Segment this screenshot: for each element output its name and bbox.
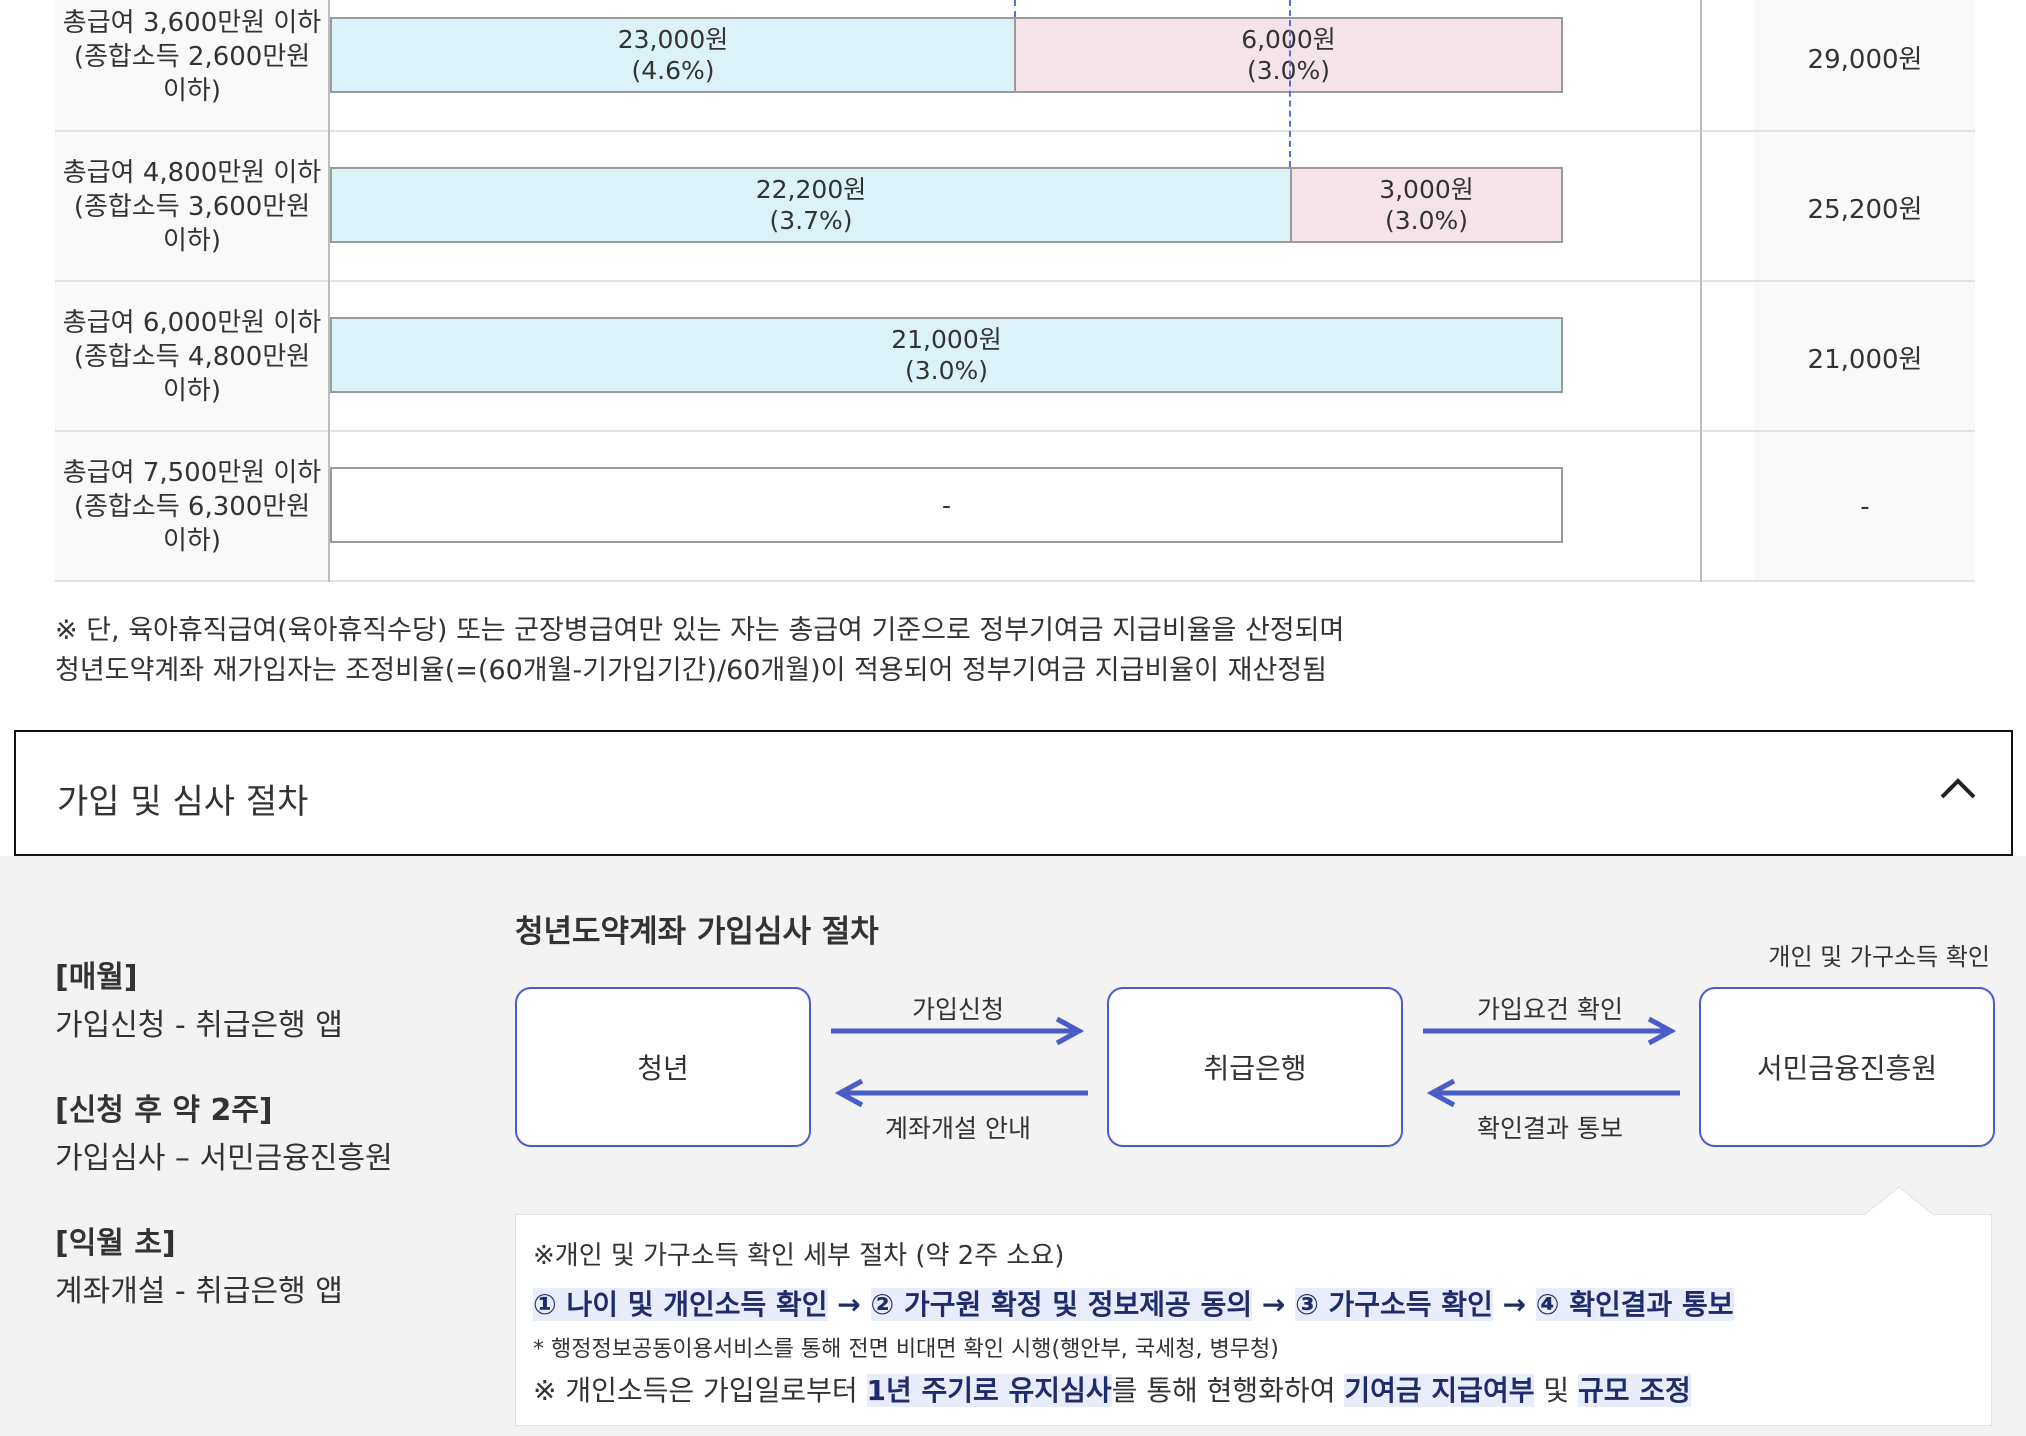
detail-step: ② 가구원 확정 및 정보제공 동의: [870, 1288, 1253, 1321]
guide-line: [1289, 0, 1291, 167]
detail-step: ④ 확인결과 통보: [1535, 1288, 1734, 1321]
guide-line: [1014, 0, 1016, 17]
note-text: 를 통해 현행화하여: [1111, 1374, 1345, 1407]
contribution-bar-empty: -: [330, 467, 1563, 543]
note-highlight: 기여금 지급여부: [1344, 1374, 1535, 1407]
flow-title: 청년도약계좌 가입심사 절차: [515, 914, 879, 950]
bar-amount: 21,000원: [891, 325, 1002, 354]
flow-node-youth: 청년: [515, 987, 811, 1147]
detail-arrow: →: [827, 1288, 871, 1321]
arrow-left-icon: [834, 1078, 1088, 1108]
step-description: 가입신청 - 취급은행 앱: [55, 1008, 343, 1043]
bar-amount: 3,000원: [1379, 175, 1474, 204]
row-divider: [55, 130, 1975, 132]
note-text: ※ 개인소득은 가입일로부터: [533, 1374, 867, 1407]
arrow-label: 확인결과 통보: [1477, 1114, 1623, 1143]
bar-rate: (3.7%): [769, 206, 853, 235]
bar-rate: (4.6%): [631, 56, 715, 85]
procedure-accordion-header[interactable]: 가입 및 심사 절차: [14, 730, 2013, 856]
column-divider: [1700, 0, 1702, 582]
flow-node-bank: 취급은행: [1107, 987, 1403, 1147]
chevron-up-icon[interactable]: [1939, 776, 1977, 800]
bar-rate: (3.0%): [1384, 206, 1469, 235]
arrow-left-icon: [1426, 1078, 1680, 1108]
note-line: ※ 단, 육아휴직급여(육아휴직수당) 또는 군장병급여만 있는 자는 총급여 …: [55, 615, 1345, 646]
row-divider: [55, 430, 1975, 432]
step-description: 가입심사 – 서민금융진흥원: [55, 1141, 393, 1176]
bar-rate: (3.0%): [904, 356, 989, 385]
income-bracket-label: 총급여 4,800만원 이하 (종합소득 3,600만원 이하): [62, 158, 322, 256]
detail-steps: ① 나이 및 개인소득 확인 → ② 가구원 확정 및 정보제공 동의 → ③ …: [533, 1283, 1734, 1323]
arrow-right-icon: [831, 1016, 1085, 1046]
step-heading: [매월]: [55, 960, 138, 995]
detail-arrow: →: [1252, 1288, 1296, 1321]
row-divider: [55, 580, 1975, 582]
note-highlight: 규모 조정: [1578, 1374, 1691, 1407]
arrow-label: 계좌개설 안내: [885, 1114, 1031, 1143]
step-heading: [신청 후 약 2주]: [55, 1093, 273, 1128]
node-caption: 개인 및 가구소득 확인: [1768, 943, 1990, 971]
detail-note: ※ 개인소득은 가입일로부터 1년 주기로 유지심사를 통해 현행화하여 기여금…: [533, 1369, 1691, 1409]
total-amount: 25,200원: [1807, 194, 1923, 225]
detail-step: ③ 가구소득 확인: [1295, 1288, 1493, 1321]
contribution-table: 총급여 3,600만원 이하 (종합소득 2,600만원 이하) 총급여 4,8…: [55, 0, 1975, 582]
total-amount: 29,000원: [1807, 44, 1923, 75]
income-bracket-label: 총급여 7,500만원 이하 (종합소득 6,300만원 이하): [62, 458, 322, 556]
contribution-bar-base: 23,000원 (4.6%): [330, 17, 1016, 93]
income-bracket-label: 총급여 3,600만원 이하 (종합소득 2,600만원 이하): [62, 8, 322, 106]
note-line: 청년도약계좌 재가입자는 조정비율(=(60개월-기가입기간)/60개월)이 적…: [55, 655, 1327, 686]
bar-amount: -: [941, 490, 952, 520]
note-highlight: 1년 주기로 유지심사: [866, 1374, 1112, 1407]
note-text: 및: [1534, 1374, 1579, 1407]
flow-node-agency: 서민금융진흥원: [1699, 987, 1995, 1147]
detail-box: ※개인 및 가구소득 확인 세부 절차 (약 2주 소요) ① 나이 및 개인소…: [515, 1214, 1992, 1426]
step-description: 계좌개설 - 취급은행 앱: [55, 1274, 343, 1309]
row-divider: [55, 280, 1975, 282]
arrow-right-icon: [1423, 1016, 1677, 1046]
detail-step: ① 나이 및 개인소득 확인: [533, 1288, 828, 1321]
income-bracket-label: 총급여 6,000만원 이하 (종합소득 4,800만원 이하): [62, 308, 322, 406]
contribution-bar-base: 21,000원 (3.0%): [330, 317, 1563, 393]
total-amount: 21,000원: [1807, 344, 1923, 375]
total-amount: -: [1860, 492, 1870, 522]
bar-amount: 23,000원: [617, 25, 729, 54]
pointer-notch: [1864, 1186, 1934, 1216]
accordion-title: 가입 및 심사 절차: [57, 782, 309, 822]
detail-arrow: →: [1492, 1288, 1536, 1321]
contribution-bar-extra: 3,000원 (3.0%): [1290, 167, 1563, 243]
step-heading: [익월 초]: [55, 1226, 176, 1261]
detail-heading: ※개인 및 가구소득 확인 세부 절차 (약 2주 소요): [533, 1241, 1065, 1271]
detail-footnote: * 행정정보공동이용서비스를 통해 전면 비대면 확인 시행(행안부, 국세청,…: [533, 1337, 1279, 1362]
contribution-bar-base: 22,200원 (3.7%): [330, 167, 1292, 243]
bar-amount: 22,200원: [755, 175, 867, 204]
